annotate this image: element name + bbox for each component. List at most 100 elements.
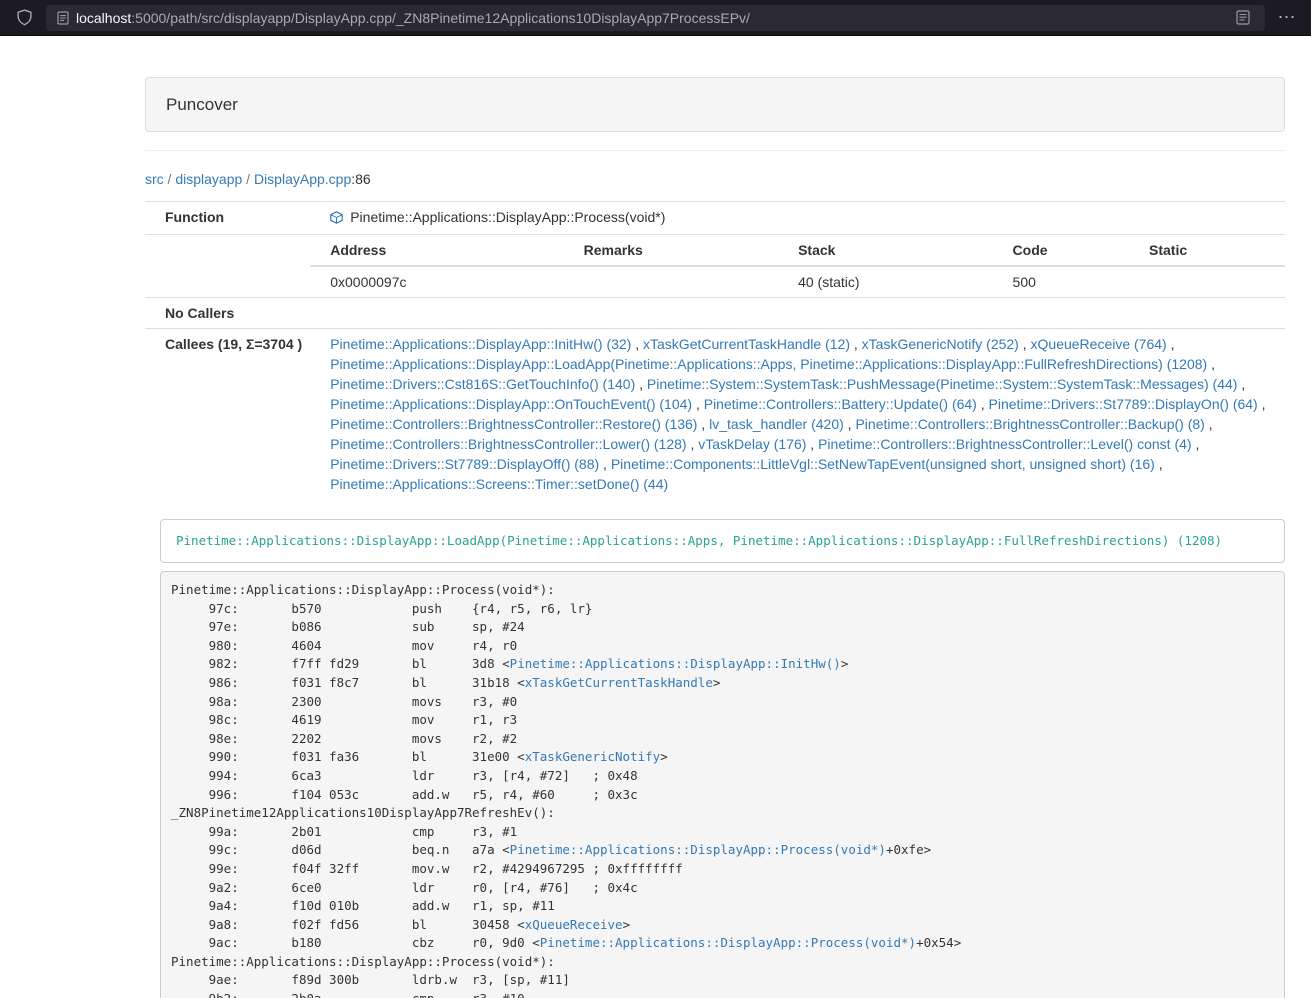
symbol-link[interactable]: xTaskGenericNotify: [525, 749, 660, 764]
callee-separator: ,: [844, 416, 856, 432]
breadcrumb: src / displayapp / DisplayApp.cpp:86: [145, 169, 1285, 189]
asm-text: _ZN8Pinetime12Applications10DisplayApp7R…: [171, 805, 555, 820]
symbol-link[interactable]: Pinetime::Applications::DisplayApp::Init…: [510, 656, 841, 671]
cell-value: 40 (static): [778, 266, 992, 297]
symbol-link[interactable]: Pinetime::Applications::DisplayApp::Proc…: [510, 842, 886, 857]
callee-link[interactable]: vTaskDelay (176): [698, 436, 806, 452]
asm-text: 99a: 2b01 cmp r3, #1: [171, 824, 517, 839]
url-bar[interactable]: localhost:5000/path/src/displayapp/Displ…: [46, 5, 1265, 31]
breadcrumb-link[interactable]: src: [145, 171, 164, 187]
breadcrumb-link[interactable]: DisplayApp.cpp: [254, 171, 351, 187]
divider: [145, 150, 1285, 151]
callee-separator: ,: [1237, 376, 1245, 392]
asm-text: >: [660, 749, 668, 764]
asm-text: 99e: f04f 32ff mov.w r2, #4294967295 ; 0…: [171, 861, 683, 876]
metrics-value-row: 0x0000097c 40 (static)500: [310, 266, 1285, 297]
asm-text: 99c: d06d beq.n a7a <: [171, 842, 510, 857]
asm-text: >: [623, 917, 631, 932]
callee-link[interactable]: xTaskGetCurrentTaskHandle (12): [643, 336, 850, 352]
url-text: localhost:5000/path/src/displayapp/Displ…: [76, 10, 750, 26]
empty-header-cell: [145, 235, 310, 298]
callee-link[interactable]: Pinetime::Drivers::St7789::DisplayOn() (…: [989, 396, 1258, 412]
breadcrumb-link[interactable]: displayapp: [175, 171, 242, 187]
asm-text: 97c: b570 push {r4, r5, r6, lr}: [171, 601, 592, 616]
cell-value: 0x0000097c: [310, 266, 563, 297]
asm-text: 9ac: b180 cbz r0, 9d0 <: [171, 935, 540, 950]
highlighted-symbol-box: Pinetime::Applications::DisplayApp::Load…: [160, 519, 1285, 563]
callee-link[interactable]: lv_task_handler (420): [709, 416, 844, 432]
table-row-no-callers: No Callers: [145, 298, 1285, 329]
no-callers-cell: [310, 298, 1285, 329]
callee-separator: ,: [1192, 436, 1200, 452]
table-row-function: Function Pinetime::Applications::Display…: [145, 202, 1285, 235]
breadcrumb-line-number: :86: [351, 171, 370, 187]
url-host: localhost: [76, 10, 131, 26]
callee-link[interactable]: Pinetime::Applications::DisplayApp::Load…: [330, 356, 1207, 372]
disassembly-block: Pinetime::Applications::DisplayApp::Proc…: [160, 571, 1285, 998]
asm-text: 98a: 2300 movs r3, #0: [171, 694, 517, 709]
callee-separator: ,: [1155, 456, 1163, 472]
reader-mode-icon[interactable]: [1236, 10, 1250, 25]
callees-label: Callees (19, Σ=3704 ): [145, 329, 310, 500]
callee-link[interactable]: Pinetime::Applications::Screens::Timer::…: [330, 476, 668, 492]
asm-text: >: [713, 675, 721, 690]
asm-text: 97e: b086 sub sp, #24: [171, 619, 525, 634]
column-header: Remarks: [564, 235, 778, 266]
function-name: Pinetime::Applications::DisplayApp::Proc…: [350, 209, 665, 225]
callee-link[interactable]: Pinetime::Controllers::BrightnessControl…: [330, 416, 697, 432]
callee-link[interactable]: Pinetime::Controllers::Battery::Update()…: [704, 396, 977, 412]
callee-link[interactable]: Pinetime::System::SystemTask::PushMessag…: [647, 376, 1238, 392]
cell-value: [1129, 266, 1285, 297]
column-header: Static: [1129, 235, 1285, 266]
asm-text: 996: f104 053c add.w r5, r4, #60 ; 0x3c: [171, 787, 638, 802]
asm-text: +0x54>: [916, 935, 961, 950]
callee-link[interactable]: Pinetime::Components::LittleVgl::SetNewT…: [611, 456, 1155, 472]
asm-text: 994: 6ca3 ldr r3, [r4, #72] ; 0x48: [171, 768, 638, 783]
asm-text: +0xfe>: [886, 842, 931, 857]
asm-text: 986: f031 f8c7 bl 31b18 <: [171, 675, 525, 690]
tracking-protection-shield-icon[interactable]: [10, 4, 38, 32]
function-icon: [330, 209, 343, 229]
callee-separator: ,: [977, 396, 989, 412]
page-info-icon[interactable]: [57, 11, 69, 25]
callee-separator: ,: [635, 376, 647, 392]
callee-link[interactable]: Pinetime::Drivers::St7789::DisplayOff() …: [330, 456, 599, 472]
callee-separator: ,: [806, 436, 818, 452]
callees-list: Pinetime::Applications::DisplayApp::Init…: [310, 329, 1285, 500]
asm-text: 980: 4604 mov r4, r0: [171, 638, 517, 653]
page-content: Puncover src / displayapp / DisplayApp.c…: [145, 36, 1285, 998]
app-title-panel: Puncover: [145, 77, 1285, 132]
callee-link[interactable]: Pinetime::Applications::DisplayApp::Init…: [330, 336, 631, 352]
asm-text: 98c: 4619 mov r1, r3: [171, 712, 517, 727]
breadcrumb-separator: /: [164, 171, 176, 187]
highlighted-symbol-link[interactable]: Pinetime::Applications::DisplayApp::Load…: [176, 533, 1222, 548]
callee-separator: ,: [1258, 396, 1266, 412]
cell-value: [564, 266, 778, 297]
callee-separator: ,: [697, 416, 709, 432]
symbol-table: Function Pinetime::Applications::Display…: [145, 201, 1285, 499]
symbol-link[interactable]: xTaskGetCurrentTaskHandle: [525, 675, 713, 690]
metrics-table: AddressRemarksStackCodeStatic 0x0000097c…: [310, 235, 1285, 297]
symbol-link[interactable]: xQueueReceive: [525, 917, 623, 932]
callee-link[interactable]: Pinetime::Controllers::BrightnessControl…: [855, 416, 1204, 432]
callee-separator: ,: [631, 336, 643, 352]
callee-separator: ,: [1205, 416, 1213, 432]
callee-link[interactable]: xTaskGenericNotify (252): [862, 336, 1019, 352]
asm-text: >: [841, 656, 849, 671]
callee-link[interactable]: Pinetime::Controllers::BrightnessControl…: [818, 436, 1191, 452]
callee-link[interactable]: Pinetime::Drivers::Cst816S::GetTouchInfo…: [330, 376, 635, 392]
symbol-link[interactable]: Pinetime::Applications::DisplayApp::Proc…: [540, 935, 916, 950]
asm-text: 9ae: f89d 300b ldrb.w r3, [sp, #11]: [171, 972, 570, 987]
callee-link[interactable]: Pinetime::Applications::DisplayApp::OnTo…: [330, 396, 692, 412]
asm-text: Pinetime::Applications::DisplayApp::Proc…: [171, 582, 555, 597]
asm-text: Pinetime::Applications::DisplayApp::Proc…: [171, 954, 555, 969]
callee-separator: ,: [850, 336, 862, 352]
app-title: Puncover: [166, 95, 238, 114]
menu-icon[interactable]: ⋯: [1273, 4, 1301, 32]
callee-link[interactable]: xQueueReceive (764): [1031, 336, 1167, 352]
table-row-callees: Callees (19, Σ=3704 ) Pinetime::Applicat…: [145, 329, 1285, 500]
callee-link[interactable]: Pinetime::Controllers::BrightnessControl…: [330, 436, 686, 452]
asm-text: 990: f031 fa36 bl 31e00 <: [171, 749, 525, 764]
asm-text: 9a2: 6ce0 ldr r0, [r4, #76] ; 0x4c: [171, 880, 638, 895]
function-label: Function: [145, 202, 310, 235]
